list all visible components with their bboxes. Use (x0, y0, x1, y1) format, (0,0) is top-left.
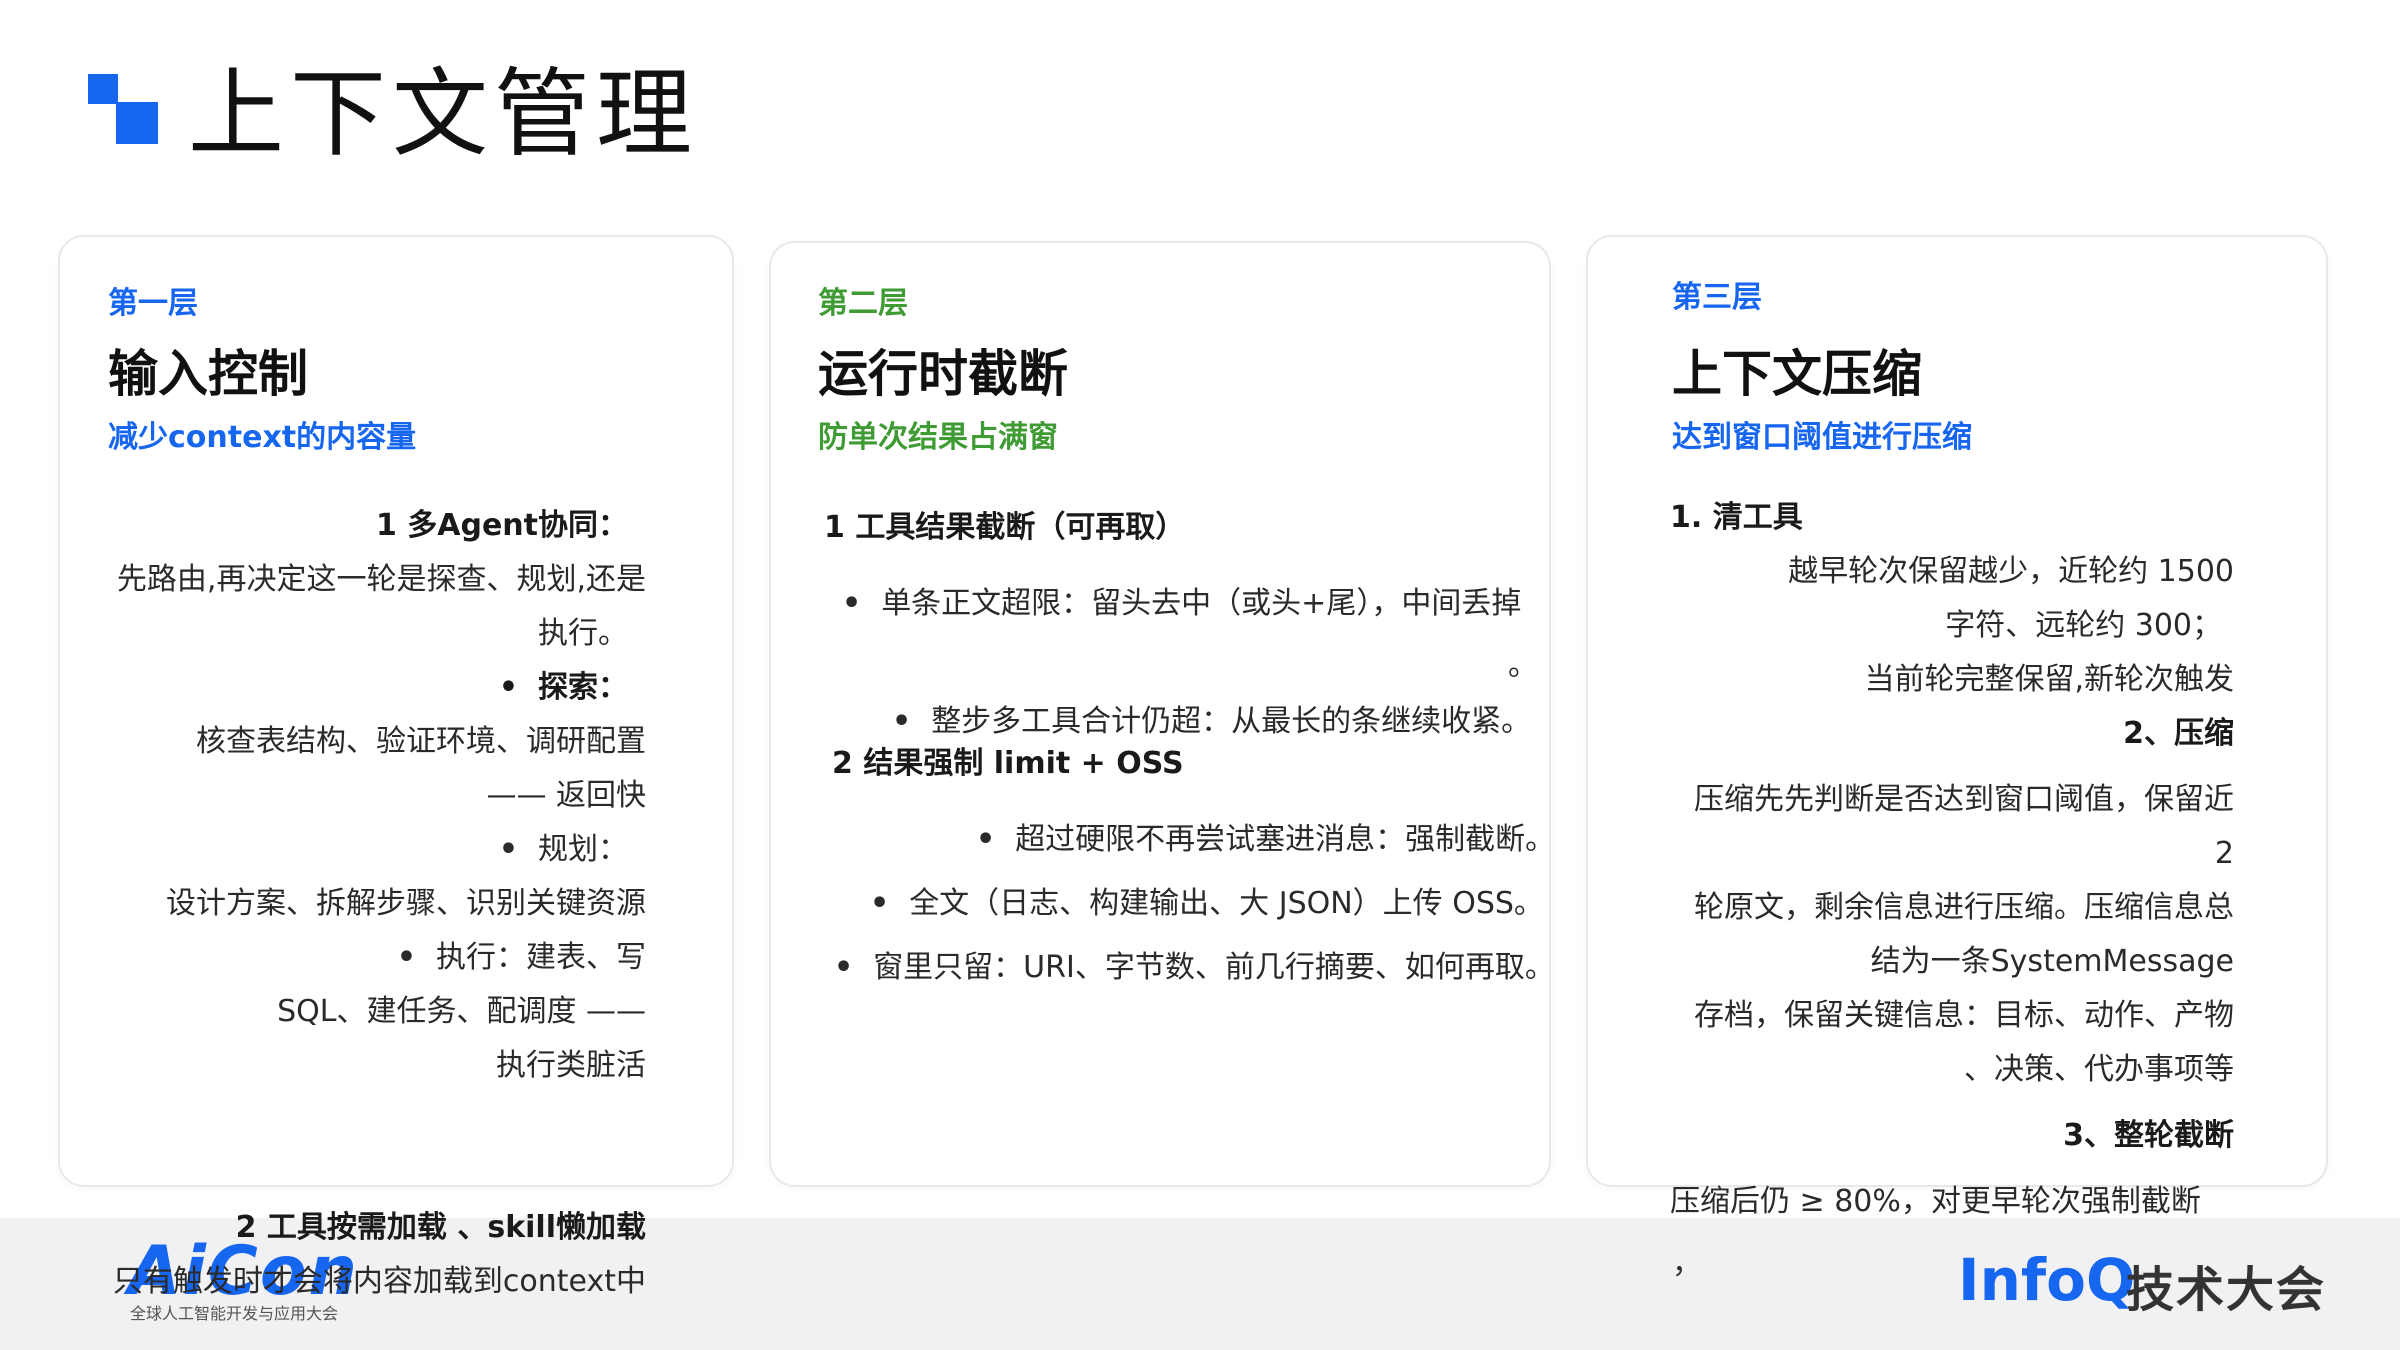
card2-line: 2 结果强制 limit + OSS (832, 746, 1184, 781)
card3-subtitle: 达到窗口阈值进行压缩 (1672, 420, 1972, 455)
card1-subtitle: 减少context的内容量 (108, 420, 417, 455)
card3-line: 字符、远轮约 300； (1945, 608, 2222, 643)
card2-line: 。 (1508, 648, 1538, 683)
card3-line: 结为一条SystemMessage (1870, 944, 2234, 979)
card2-bullet-line: • 窗里只留：URI、字节数、前几行摘要、如何再取。 (834, 948, 1555, 988)
card3-layer-label: 第三层 (1672, 280, 1762, 315)
card3-line: 2 (2214, 836, 2234, 871)
card1-line: 设计方案、拆解步骤、识别关键资源 (166, 886, 646, 921)
card2-bullet-line: • 单条正文超限：留头去中（或头+尾），中间丢掉 (842, 584, 1521, 624)
card3-line: 1. 清工具 (1670, 500, 1803, 535)
bullet-icon: • (892, 704, 912, 739)
card1-line: 只有触发时才会将内容加载到context中 (112, 1264, 646, 1299)
card3-line: 轮原文，剩余信息进行压缩。压缩信息总 (1694, 890, 2234, 925)
card1-line: 1 多Agent协同： (375, 508, 628, 543)
card1-line: SQL、建任务、配调度 —— (277, 994, 646, 1029)
card1-line: 执行。 (538, 616, 628, 651)
card1-layer-label: 第一层 (108, 286, 198, 321)
card1-line: 核查表结构、验证环境、调研配置 (196, 724, 646, 759)
card3-line: 压缩先先判断是否达到窗口阈值，保留近 (1694, 782, 2234, 817)
page-title: 上下文管理 (188, 58, 698, 170)
card2-subtitle: 防单次结果占满窗 (818, 420, 1058, 455)
card3-line: 、决策、代办事项等 (1964, 1052, 2234, 1087)
card2-line: 1 工具结果截断（可再取） (824, 510, 1186, 545)
card1-bullet-line: • 执行：建表、写 (397, 938, 646, 978)
card2-title: 运行时截断 (818, 345, 1068, 403)
bullet-icon: • (842, 586, 862, 621)
bullet-icon: • (834, 950, 854, 985)
card2-bullet-line: • 整步多工具合计仍超：从最长的条继续收紧。 (892, 702, 1531, 742)
bullet-icon: • (870, 886, 890, 921)
card1-line: —— 返回快 (486, 778, 646, 813)
card3-line: ， (1672, 1246, 1702, 1281)
aicon-logo-subtitle: 全球人工智能开发与应用大会 (130, 1304, 339, 1323)
card1-title: 输入控制 (108, 345, 308, 403)
card3-line: 当前轮完整保留,新轮次触发 (1864, 662, 2234, 697)
card3-line: 越早轮次保留越少，近轮约 1500 (1788, 554, 2234, 589)
card1-line: 先路由,再决定这一轮是探查、规划,还是 (116, 562, 646, 597)
card3-line: 3、整轮截断 (2063, 1118, 2234, 1153)
card1-bullet-line: • 探索： (499, 668, 628, 708)
card2-layer-label: 第二层 (818, 286, 908, 321)
infoq-logo-text: 技术大会 (2126, 1262, 2327, 1318)
bullet-icon: • (976, 822, 996, 857)
bullet-icon: • (498, 670, 518, 705)
bullet-icon: • (498, 832, 518, 867)
card3-line: 存档，保留关键信息：目标、动作、产物 (1694, 998, 2234, 1033)
card3-line: 压缩后仍 ≥ 80%，对更早轮次强制截断 (1670, 1184, 2201, 1219)
title-square-icon (88, 74, 160, 146)
card3-line: 2、压缩 (2123, 716, 2234, 751)
card2-bullet-line: • 超过硬限不再尝试塞进消息：强制截断。 (976, 820, 1555, 860)
infoq-logo: InfoQ (1958, 1246, 2136, 1314)
card1-line: 执行类脏活 (496, 1048, 646, 1083)
card3-title: 上下文压缩 (1672, 345, 1922, 403)
card1-bullet-line: • 规划： (499, 830, 628, 870)
bullet-icon: • (396, 940, 416, 975)
card2-bullet-line: • 全文（日志、构建输出、大 JSON）上传 OSS。 (870, 884, 1544, 924)
